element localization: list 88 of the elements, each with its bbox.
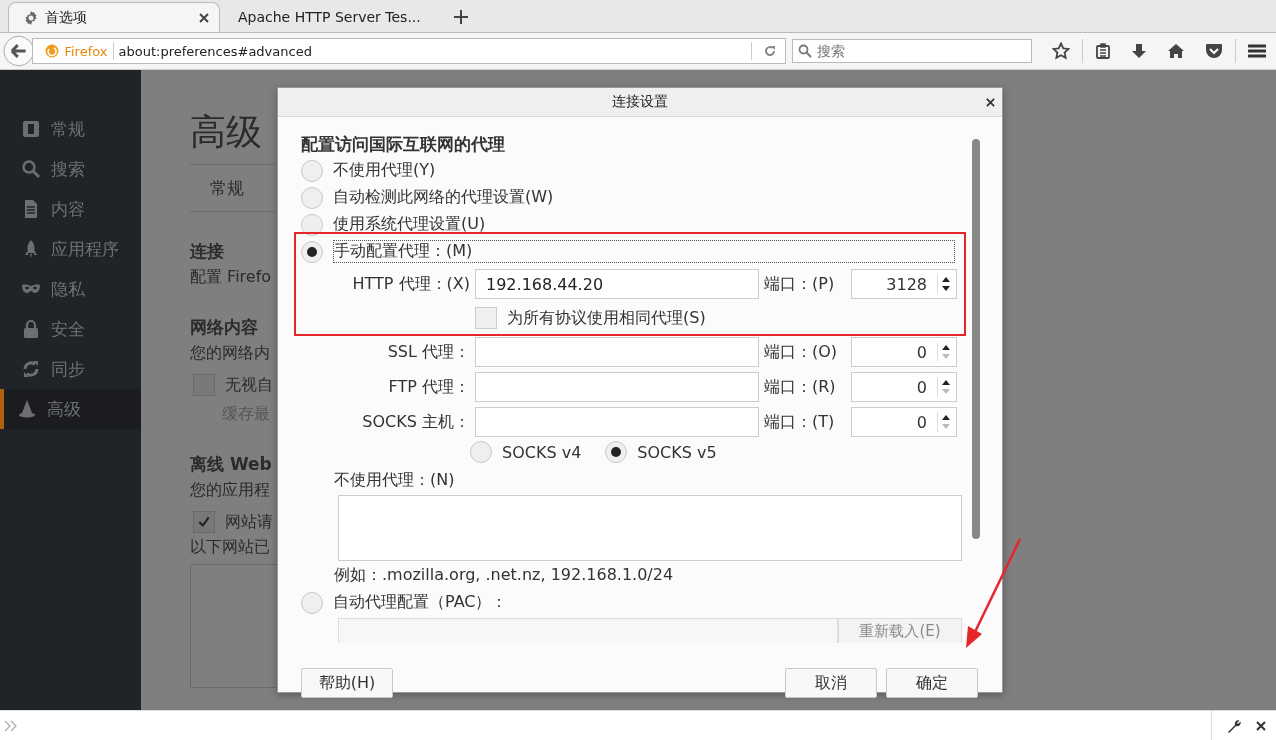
back-button[interactable] bbox=[3, 35, 35, 67]
sub-tab[interactable]: 常规 bbox=[210, 176, 244, 200]
proxy-host-field[interactable]: 192.168.44.20 bbox=[475, 269, 759, 299]
pocket-icon[interactable] bbox=[1205, 43, 1223, 59]
search-icon bbox=[21, 159, 41, 179]
radio-label: 手动配置代理：(M) bbox=[333, 240, 955, 263]
sync-icon bbox=[21, 359, 41, 379]
port-spinner[interactable]: 3128 bbox=[851, 269, 957, 299]
radio-label: 自动检测此网络的代理设置(W) bbox=[333, 187, 554, 208]
scrollbar[interactable] bbox=[972, 139, 980, 539]
star-icon[interactable] bbox=[1052, 42, 1070, 60]
wizard-hat-icon bbox=[17, 399, 37, 419]
port-label: 端口：(P) bbox=[764, 273, 836, 295]
section-text: 您的网络内 bbox=[190, 343, 270, 364]
radio-button[interactable] bbox=[301, 240, 323, 263]
radio-label: 自动代理配置（PAC）： bbox=[333, 592, 508, 613]
radio-label: 使用系统代理设置(U) bbox=[333, 214, 486, 235]
firefox-icon bbox=[45, 44, 60, 58]
section-text: 您的应用程 bbox=[190, 480, 270, 501]
section-heading: 连接 bbox=[190, 240, 224, 263]
tab-title: Apache HTTP Server Tes... bbox=[238, 9, 421, 25]
padlock-icon bbox=[21, 319, 41, 339]
down-arrow-icon[interactable] bbox=[942, 286, 950, 291]
checkbox-label: 网站请 bbox=[225, 511, 273, 533]
radio-button[interactable] bbox=[301, 213, 323, 236]
address-bar[interactable]: Firefox about:preferences#advanced bbox=[32, 38, 786, 64]
radio-button[interactable] bbox=[301, 186, 323, 209]
section-heading: 网络内容 bbox=[190, 316, 258, 339]
up-arrow-icon[interactable] bbox=[942, 345, 950, 350]
close-icon[interactable] bbox=[199, 12, 209, 23]
page-heading: 高级 bbox=[190, 110, 262, 154]
identity-label: Firefox bbox=[64, 43, 108, 59]
port-label: 端口：(T) bbox=[764, 411, 836, 433]
proxy-label: HTTP 代理：(X) bbox=[351, 273, 470, 295]
port-spinner[interactable]: 0 bbox=[851, 372, 957, 402]
checkbox-label: 无视自 bbox=[225, 374, 273, 396]
menu-icon[interactable] bbox=[1248, 43, 1266, 59]
radio-label: SOCKS v4 bbox=[502, 442, 582, 462]
section-text: 配置 Firefo bbox=[190, 267, 272, 288]
proxy-host-field[interactable] bbox=[475, 337, 759, 367]
radio-button[interactable] bbox=[301, 159, 323, 182]
close-icon[interactable] bbox=[986, 98, 995, 107]
reading-list-icon[interactable] bbox=[1095, 43, 1111, 59]
proxy-host-field[interactable] bbox=[475, 407, 759, 437]
up-arrow-icon[interactable] bbox=[942, 380, 950, 385]
port-spinner[interactable]: 0 bbox=[851, 407, 957, 437]
no-proxy-field[interactable] bbox=[338, 495, 962, 561]
home-icon[interactable] bbox=[1167, 43, 1185, 59]
proxy-label: SOCKS 主机： bbox=[361, 411, 470, 433]
browser-tab[interactable]: Apache HTTP Server Tes... bbox=[224, 2, 436, 32]
panel-icon bbox=[21, 119, 41, 139]
up-arrow-icon[interactable] bbox=[942, 277, 950, 282]
pac-url-field[interactable] bbox=[338, 618, 838, 643]
up-arrow-icon[interactable] bbox=[942, 415, 950, 420]
reload-icon[interactable] bbox=[763, 44, 777, 58]
browser-tab[interactable]: 首选项 bbox=[8, 2, 220, 32]
port-label: 端口：(R) bbox=[764, 376, 837, 398]
port-spinner[interactable]: 0 bbox=[851, 337, 957, 367]
radio-button[interactable] bbox=[470, 441, 492, 463]
section-text: 以下网站已 bbox=[190, 537, 270, 558]
radio-button[interactable] bbox=[605, 441, 628, 463]
radio-label: 不使用代理(Y) bbox=[333, 160, 436, 181]
download-icon[interactable] bbox=[1131, 43, 1147, 59]
gear-icon bbox=[23, 9, 39, 26]
dialog-heading: 配置访问国际互联网的代理 bbox=[301, 133, 506, 156]
radio-label: SOCKS v5 bbox=[637, 442, 717, 462]
ok-button[interactable]: 确定 bbox=[886, 668, 978, 698]
checkbox-label: 为所有协议使用相同代理(S) bbox=[507, 307, 706, 329]
proxy-host-field[interactable] bbox=[475, 372, 759, 402]
check-icon bbox=[197, 515, 211, 529]
cancel-button[interactable]: 取消 bbox=[785, 668, 877, 698]
port-label: 端口：(O) bbox=[764, 341, 839, 363]
search-icon bbox=[798, 44, 812, 58]
proxy-label: FTP 代理： bbox=[387, 376, 470, 398]
url-text: about:preferences#advanced bbox=[118, 43, 313, 59]
proxy-label: SSL 代理： bbox=[386, 341, 470, 363]
help-button[interactable]: 帮助(H) bbox=[301, 668, 393, 698]
checkbox[interactable] bbox=[193, 511, 215, 533]
radio-button[interactable] bbox=[301, 591, 323, 614]
search-field[interactable]: 搜索 bbox=[792, 39, 1032, 63]
close-icon[interactable] bbox=[1256, 720, 1266, 731]
dialog-title: 连接设置 bbox=[612, 93, 668, 111]
new-tab-icon[interactable] bbox=[454, 10, 468, 24]
no-proxy-label: 不使用代理：(N) bbox=[334, 468, 456, 491]
tab-title: 首选项 bbox=[45, 8, 88, 27]
wrench-icon[interactable] bbox=[1226, 717, 1242, 734]
example-text: 例如：.mozilla.org, .net.nz, 192.168.1.0/24 bbox=[334, 563, 675, 586]
section-heading: 离线 Web bbox=[190, 453, 272, 476]
